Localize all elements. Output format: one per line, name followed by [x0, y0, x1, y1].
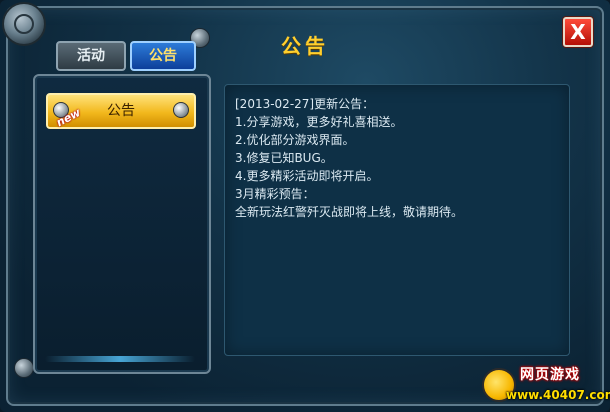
announcement-line: 1.分享游戏，更多好礼喜相送。: [235, 115, 403, 129]
announcement-content: [2013-02-27]更新公告： 1.分享游戏，更多好礼喜相送。 2.优化部分…: [224, 84, 570, 356]
announcement-line: 3.修复已知BUG。: [235, 151, 333, 165]
close-button[interactable]: X: [563, 17, 593, 47]
announcement-line: 3月精彩预告：: [235, 187, 315, 201]
announcement-line: [2013-02-27]更新公告：: [235, 97, 375, 111]
game-dialog-frame: 公告 X 活动 公告 new 公告 [2013-02-27]更新公告： 1.分享…: [0, 0, 610, 412]
rivet-icon: [14, 358, 34, 378]
tab-activity[interactable]: 活动: [56, 41, 126, 71]
bolt-icon: [173, 102, 189, 118]
tab-notice[interactable]: 公告: [130, 41, 196, 71]
list-item-label: 公告: [107, 103, 135, 119]
watermark-line1: 网页游戏: [520, 367, 580, 383]
watermark-logo: 网页游戏 www.40407.com: [482, 362, 610, 408]
announcement-line: 全新玩法红警歼灭战即将上线，敬请期待。: [235, 205, 464, 219]
watermark-line2: www.40407.com: [506, 388, 610, 402]
announcement-line: 2.优化部分游戏界面。: [235, 133, 355, 147]
announcement-line: 4.更多精彩活动即将开启。: [235, 169, 379, 183]
panel-glow-bar: [45, 356, 195, 362]
notice-list-panel: new 公告: [33, 74, 211, 374]
list-item-notice[interactable]: new 公告: [46, 93, 196, 129]
